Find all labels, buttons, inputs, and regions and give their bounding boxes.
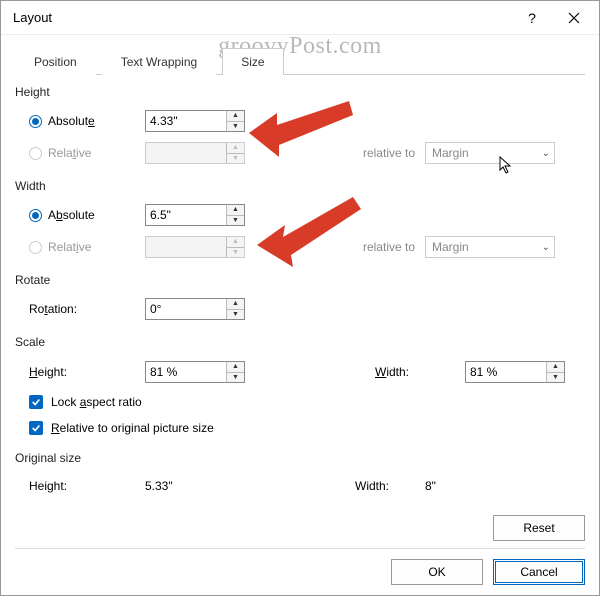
help-button[interactable]: ? (511, 3, 553, 33)
rotation-input[interactable] (146, 299, 226, 319)
section-height-label: Height (15, 85, 585, 99)
section-original-label: Original size (15, 451, 585, 465)
relative-original-label: Relative to original picture size (51, 421, 214, 435)
width-relative-radio[interactable] (29, 241, 42, 254)
scale-width-input[interactable] (466, 362, 546, 382)
chevron-up-icon: ▲ (227, 237, 244, 247)
ok-button[interactable]: OK (391, 559, 483, 585)
height-relative-label: Relative (48, 146, 91, 160)
chevron-down-icon[interactable]: ▼ (227, 215, 244, 226)
rotation-spinner[interactable]: ▲▼ (145, 298, 245, 320)
rotation-label: Rotation: (29, 302, 77, 316)
close-icon (568, 12, 580, 24)
chevron-up-icon[interactable]: ▲ (227, 111, 244, 121)
height-relative-to-combo: Margin ⌄ (425, 142, 555, 164)
height-relative-to-value: Margin (432, 146, 469, 160)
chevron-up-icon[interactable]: ▲ (227, 299, 244, 309)
dialog-content: Position Text Wrapping Size Height Absol… (1, 35, 599, 501)
check-icon (31, 397, 41, 407)
scale-width-label: Width: (375, 365, 409, 379)
width-relative-label: Relative (48, 240, 91, 254)
close-button[interactable] (553, 3, 595, 33)
tab-strip: Position Text Wrapping Size (15, 47, 585, 75)
height-absolute-radio[interactable] (29, 115, 42, 128)
original-width-label: Width: (355, 479, 425, 493)
width-absolute-input[interactable] (146, 205, 226, 225)
chevron-up-icon[interactable]: ▲ (547, 362, 564, 372)
width-relative-to-label: relative to (363, 240, 415, 254)
chevron-down-icon: ⌄ (542, 148, 550, 159)
original-height-label: Height: (29, 479, 145, 493)
width-absolute-radio[interactable] (29, 209, 42, 222)
dialog-footer: OK Cancel (15, 548, 585, 585)
width-relative-input (146, 237, 226, 257)
chevron-down-icon[interactable]: ▼ (227, 121, 244, 132)
check-icon (31, 423, 41, 433)
chevron-down-icon: ⌄ (542, 242, 550, 253)
layout-dialog: Layout ? groovyPost.com Position Text Wr… (0, 0, 600, 596)
height-relative-to-label: relative to (363, 146, 415, 160)
tab-size[interactable]: Size (222, 48, 283, 75)
chevron-down-icon: ▼ (227, 153, 244, 164)
chevron-down-icon: ▼ (227, 247, 244, 258)
reset-button[interactable]: Reset (493, 515, 585, 541)
scale-width-spinner[interactable]: ▲▼ (465, 361, 565, 383)
height-absolute-spinner[interactable]: ▲▼ (145, 110, 245, 132)
chevron-down-icon[interactable]: ▼ (547, 372, 564, 383)
titlebar: Layout ? (1, 1, 599, 35)
lock-aspect-label: Lock aspect ratio (51, 395, 142, 409)
height-relative-input (146, 143, 226, 163)
height-absolute-input[interactable] (146, 111, 226, 131)
width-relative-spinner: ▲▼ (145, 236, 245, 258)
width-relative-to-combo: Margin ⌄ (425, 236, 555, 258)
section-width: Width Absolute ▲▼ Relative (15, 179, 585, 263)
section-height: Height Absolute ▲▼ Relative (15, 85, 585, 169)
width-relative-to-value: Margin (432, 240, 469, 254)
chevron-down-icon[interactable]: ▼ (227, 309, 244, 320)
section-width-label: Width (15, 179, 585, 193)
chevron-up-icon: ▲ (227, 143, 244, 153)
original-height-value: 5.33" (145, 479, 355, 493)
height-relative-spinner: ▲▼ (145, 142, 245, 164)
window-title: Layout (13, 10, 511, 25)
cancel-button[interactable]: Cancel (493, 559, 585, 585)
section-rotate: Rotate Rotation: ▲▼ (15, 273, 585, 325)
section-rotate-label: Rotate (15, 273, 585, 287)
chevron-up-icon[interactable]: ▲ (227, 205, 244, 215)
scale-height-label: Height: (29, 365, 67, 379)
width-absolute-spinner[interactable]: ▲▼ (145, 204, 245, 226)
height-absolute-label: Absolute (48, 114, 95, 128)
scale-height-spinner[interactable]: ▲▼ (145, 361, 245, 383)
relative-original-checkbox[interactable] (29, 421, 43, 435)
height-relative-radio[interactable] (29, 147, 42, 160)
chevron-down-icon[interactable]: ▼ (227, 372, 244, 383)
section-original: Original size Height: 5.33" Width: 8" (15, 451, 585, 501)
original-width-value: 8" (425, 479, 436, 493)
tab-position[interactable]: Position (15, 48, 96, 75)
width-absolute-label: Absolute (48, 208, 95, 222)
spinner-arrows[interactable]: ▲▼ (226, 111, 244, 131)
section-scale: Scale Height: ▲▼ Width: ▲▼ (15, 335, 585, 441)
scale-height-input[interactable] (146, 362, 226, 382)
chevron-up-icon[interactable]: ▲ (227, 362, 244, 372)
lock-aspect-checkbox[interactable] (29, 395, 43, 409)
section-scale-label: Scale (15, 335, 585, 349)
tab-text-wrapping[interactable]: Text Wrapping (102, 48, 216, 75)
